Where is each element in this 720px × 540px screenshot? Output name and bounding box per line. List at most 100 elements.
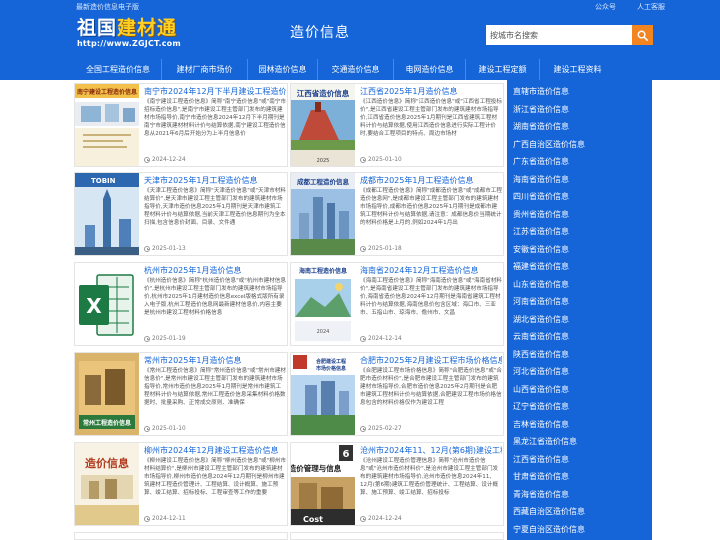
cover-image[interactable]: 南宁建设工程造价信息 [75,84,139,166]
nav-landscape-cost[interactable]: 园林造价信息 [247,59,317,80]
card-desc: 《天津工程造价信息》简称"天津造价信息"或"天津市材料结算价",是天津市建设工程… [144,188,286,226]
sidebar-item-liaoning[interactable]: 辽宁省造价信息 [513,401,569,412]
sidebar-item-anhui[interactable]: 安徽省造价信息 [513,244,569,255]
card-desc: 《海南工程造价信息》简称"海南造价信息"或"海南省材料价",是海南省建设工程主管… [360,278,502,316]
sidebar-item-hebei[interactable]: 河北省造价信息 [513,366,569,377]
cover-image[interactable]: 成都工程造价信息 [291,173,355,255]
sidebar-item-hunan[interactable]: 湖南省造价信息 [513,121,569,132]
card-date: 2025-01-13 [144,246,186,252]
sidebar-item-shaanxi[interactable]: 陕西省造价信息 [513,349,569,360]
svg-text:6: 6 [343,449,350,460]
sidebar-item-qinghai[interactable]: 青海省造价信息 [513,489,569,500]
cover-image[interactable]: 常州工程造价信息 [75,353,139,435]
sidebar-item-jiangxi[interactable]: 江西省造价信息 [513,454,569,465]
card-date: 2024-12-14 [360,336,402,342]
cover-image[interactable]: 江西省造价信息 2025 [291,84,355,166]
article-card: 合肥建设工程 市场价格信息 合肥市2025年2月建设工程市场价格信息 《合肥建设… [290,352,504,436]
sidebar-item-sichuan[interactable]: 四川省造价信息 [513,191,569,202]
card-title[interactable]: 江西省2025年1月造价信息 [360,86,502,97]
card-title[interactable]: 柳州市2024年12月建设工程造价信息 [144,445,286,456]
customer-service-link[interactable]: 人工客服 [637,2,665,12]
sidebar-item-ningxia[interactable]: 宁夏自治区造价信息 [513,524,585,535]
sidebar-item-shanxi[interactable]: 山西省造价信息 [513,384,569,395]
sidebar-item-henan[interactable]: 河南省造价信息 [513,296,569,307]
article-card: 成都工程造价信息 成都市2025年1月工程造价信息 《成都工程造价信息》简称"成… [290,172,504,256]
nav-manufacturer-price[interactable]: 建材厂商市场价 [161,59,247,80]
sidebar-item-hainan[interactable]: 海南省造价信息 [513,174,569,185]
svg-text:X: X [86,294,102,318]
search-input[interactable] [486,25,632,45]
card-date: 2024-12-24 [144,157,186,163]
card-desc: 《杭州造价信息》简称"杭州造价信息"或"杭州市建材信息价",是杭州市建设工程主管… [144,278,286,316]
card-title[interactable]: 合肥市2025年2月建设工程市场价格信息 [360,355,502,366]
card-title[interactable]: 南宁市2024年12月下半月建设工程造价 [144,86,286,97]
svg-text:市场价格信息: 市场价格信息 [316,365,346,372]
card-date: 2024-12-11 [144,516,186,522]
nav-quota[interactable]: 建设工程定额 [465,59,539,80]
cover-cangzhou: 6 造价管理与信息 Cost [291,443,355,525]
main-nav: 全国工程造价信息 建材厂商市场价 园林造价信息 交通造价信息 电网造价信息 建设… [0,59,720,80]
card-desc: 《合肥建设工程市场价格信息》简称"合肥造价信息"或"合肥市造价材料价",是合肥市… [360,368,502,406]
card-desc: 《沧州建设工程造价管理信息》简称"沧州市造价信息"或"沧州市造价材料价",是沧州… [360,458,499,496]
cover-image[interactable]: 合肥建设工程 市场价格信息 [291,353,355,435]
nav-transport-cost[interactable]: 交通造价信息 [317,59,393,80]
sidebar-item-gansu[interactable]: 甘肃省造价信息 [513,471,569,482]
nav-national-cost-info[interactable]: 全国工程造价信息 [75,59,161,80]
card-date: 2025-01-18 [360,246,402,252]
cover-changzhou: 常州工程造价信息 [75,353,139,435]
sidebar-item-guangxi[interactable]: 广西自治区造价信息 [513,139,585,150]
sidebar-item-fujian[interactable]: 福建省造价信息 [513,261,569,272]
cover-nanning: 南宁建设工程造价信息 [75,84,139,166]
logo-text-part1: 祖国 [77,17,118,39]
sidebar-item-guizhou[interactable]: 贵州省造价信息 [513,209,569,220]
sidebar-item-guangdong[interactable]: 广东省造价信息 [513,156,569,167]
card-title[interactable]: 常州市2025年1月造价信息 [144,355,286,366]
sidebar-item-shandong[interactable]: 山东省造价信息 [513,279,569,290]
nav-grid-cost[interactable]: 电网造价信息 [393,59,465,80]
cover-image[interactable]: TOBIN [75,173,139,255]
article-card: TOBIN 天津市2025年1月工程造价信息 《天津工程造价信息》简称"天津造价… [74,172,288,256]
svg-text:造价管理与信息: 造价管理与信息 [291,463,342,473]
card-title[interactable]: 沧州市2024年11、12月(第6期)建设工程 [360,445,502,456]
sidebar-item-heilongjiang[interactable]: 黑龙江省造价信息 [513,436,577,447]
top-links: 公众号 人工客服 [595,2,665,12]
site-logo[interactable]: 祖国建材通 http://www.ZGJCT.com [77,18,181,50]
sidebar-item-xizang[interactable]: 西藏自治区造价信息 [513,506,585,517]
card-title[interactable]: 海南省2024年12月工程造价信息 [360,265,502,276]
clock-icon [360,426,366,432]
card-title[interactable]: 天津市2025年1月工程造价信息 [144,175,286,186]
card-title[interactable]: 杭州市2025年1月造价信息 [144,265,286,276]
card-date: 2025-01-10 [144,426,186,432]
svg-text:合肥建设工程: 合肥建设工程 [315,358,346,365]
svg-text:江西省造价信息: 江西省造价信息 [297,88,350,98]
city-search [486,25,653,45]
article-card-partial [74,532,288,540]
sidebar-item-zhejiang[interactable]: 浙江省造价信息 [513,104,569,115]
cover-hainan: 海南工程造价信息 2024 [291,263,355,345]
cover-image[interactable]: 6 造价管理与信息 Cost [291,443,355,525]
search-button[interactable] [632,25,653,45]
site-header: 最新造价信息电子版 公众号 人工客服 祖国建材通 http://www.ZGJC… [0,0,720,59]
card-title[interactable]: 成都市2025年1月工程造价信息 [360,175,502,186]
sidebar-item-yunnan[interactable]: 云南省造价信息 [513,331,569,342]
cover-image[interactable]: 造价信息 [75,443,139,525]
logo-url: http://www.ZGJCT.com [77,39,181,48]
svg-text:2025: 2025 [317,158,330,164]
card-desc: 《柳州建设工程造价信息》简称"柳州造价信息"或"柳州市材料结算价",是柳州市建设… [144,458,286,496]
wechat-link[interactable]: 公众号 [595,2,616,12]
sidebar-item-municipality[interactable]: 直辖市造价信息 [513,86,569,97]
sidebar-item-jilin[interactable]: 吉林省造价信息 [513,419,569,430]
article-card: X 杭州市2025年1月造价信息 《杭州造价信息》简称"杭州造价信息"或"杭州市… [74,262,288,346]
nav-materials[interactable]: 建设工程资料 [539,59,615,80]
card-desc: 《成都工程造价信息》简称"成都造价信息"或"成都市工程造价信息网",是成都市建设… [360,188,502,226]
card-date: 2025-01-19 [144,336,186,342]
page-title: 造价信息 [290,25,350,41]
sidebar-item-hubei[interactable]: 湖北省造价信息 [513,314,569,325]
sidebar-item-jiangsu[interactable]: 江苏省造价信息 [513,226,569,237]
card-desc: 《江西造价信息》简称"江西造价信息"或"江西省工程投标价",是江西省建设工程主管… [360,99,502,137]
cover-image[interactable]: 海南工程造价信息 2024 [291,263,355,345]
cover-image[interactable]: X [75,263,139,345]
svg-text:Cost: Cost [303,515,323,524]
svg-text:造价信息: 造价信息 [85,456,129,470]
article-card: 江西省造价信息 2025 江西省2025年1月造价信息 《江西造价信息》简称"江… [290,83,504,167]
